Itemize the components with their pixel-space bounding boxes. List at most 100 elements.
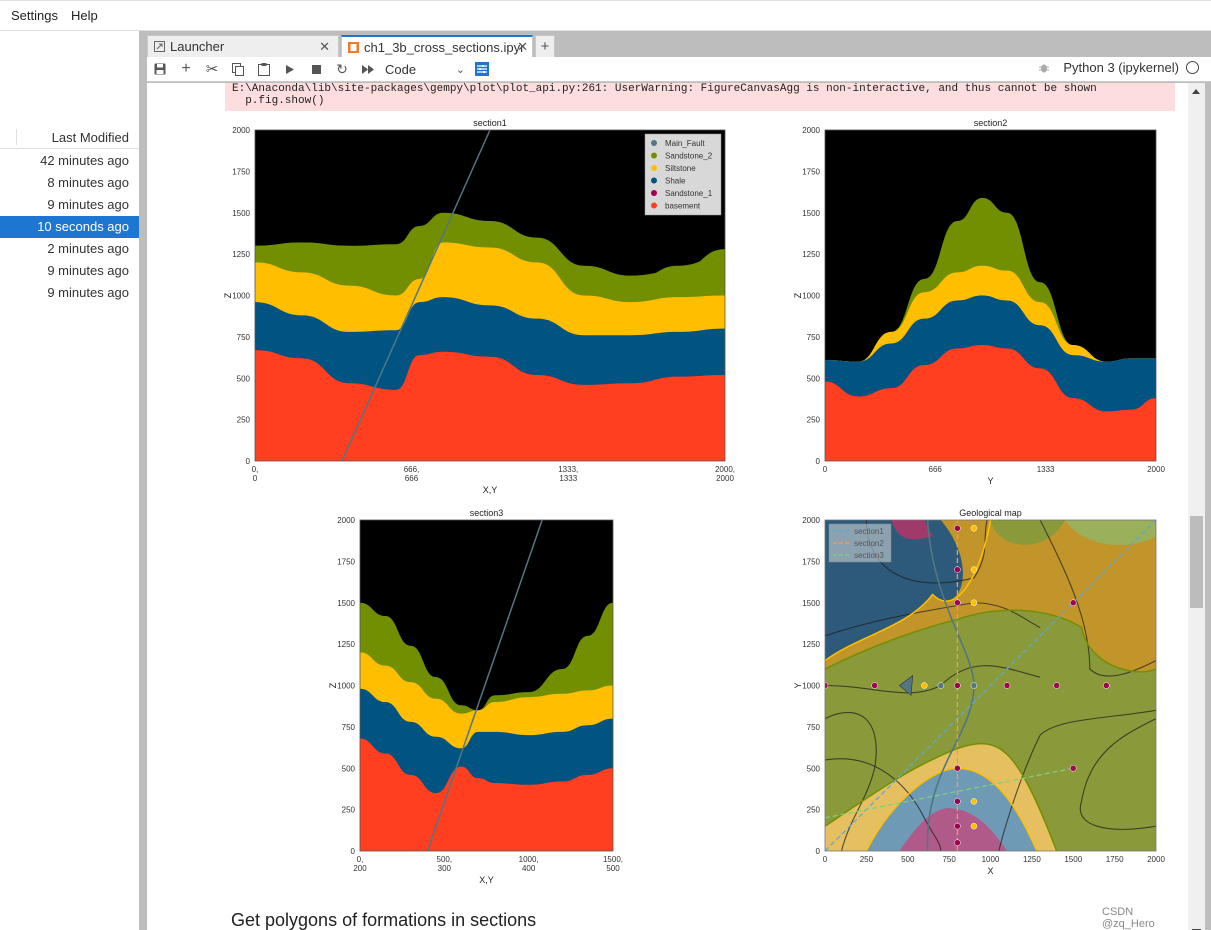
file-list-item[interactable]: 9 minutes ago: [0, 194, 139, 216]
y-axis-label: Y: [793, 682, 803, 688]
legend-marker: [651, 165, 657, 171]
y-tick-label: 250: [342, 806, 356, 815]
file-list-item[interactable]: 42 minutes ago: [0, 150, 139, 172]
scroll-up-arrow-icon[interactable]: [1192, 89, 1200, 94]
file-list-item[interactable]: 2 minutes ago: [0, 238, 139, 260]
y-axis-label: Z: [793, 292, 803, 298]
chart-title: section3: [470, 508, 504, 518]
menu-help[interactable]: Help: [66, 8, 106, 23]
section2-plot: section2 0 250 500 750 1000 1250 1500 1750 2000 0 6…: [793, 118, 1165, 486]
x-tick-label: 500,: [437, 855, 453, 864]
y-tick-label: 1500: [337, 599, 355, 608]
file-list-item[interactable]: 9 minutes ago: [0, 282, 139, 304]
panel-resize-handle[interactable]: [139, 31, 147, 930]
x-tick-label: 0: [823, 465, 828, 474]
legend-label: Sandstone_2: [665, 152, 713, 161]
x-tick-label: 0: [253, 474, 258, 483]
menu-settings[interactable]: Settings: [0, 8, 66, 23]
legend: section1 section2 section3: [828, 523, 892, 563]
run-button[interactable]: [277, 57, 303, 81]
cell-type-dropdown[interactable]: Code ⌄: [385, 62, 469, 77]
kernel-status[interactable]: Python 3 (ipykernel): [1039, 60, 1199, 75]
y-tick-label: 500: [342, 764, 356, 773]
column-divider[interactable]: [16, 129, 17, 145]
panel-edge: [1205, 83, 1211, 930]
warning-line: p.fig.show(): [232, 95, 325, 107]
y-tick-label: 750: [807, 723, 821, 732]
interrupt-button[interactable]: [303, 57, 329, 81]
x-tick-label: 2000,: [715, 465, 735, 474]
y-tick-label: 250: [807, 416, 821, 425]
data-point: [970, 525, 978, 532]
add-cell-icon: +: [181, 60, 191, 77]
cut-button[interactable]: ✂: [199, 57, 225, 81]
kernel-name[interactable]: Python 3 (ipykernel): [1063, 60, 1179, 75]
run-icon: [286, 64, 294, 74]
y-tick-label: 750: [807, 333, 821, 342]
y-tick-label: 500: [807, 374, 821, 383]
y-tick-label: 1500: [802, 209, 820, 218]
save-button[interactable]: [147, 57, 173, 81]
data-point: [1103, 682, 1110, 689]
tab-notebook[interactable]: ch1_3b_cross_sections.ipyr ✕: [341, 35, 533, 57]
debugger-icon[interactable]: [1039, 63, 1050, 73]
legend-marker: [651, 202, 657, 209]
chart-title: section1: [473, 118, 507, 128]
property-inspector-button[interactable]: [469, 57, 495, 81]
x-tick-label: 1750: [1106, 855, 1124, 864]
data-point: [1003, 682, 1011, 689]
legend-label: basement: [665, 202, 701, 211]
y-tick-label: 250: [237, 416, 251, 425]
close-icon[interactable]: ✕: [517, 39, 528, 55]
legend-label: section1: [854, 527, 884, 536]
menu-bar: Settings Help: [0, 0, 1211, 31]
file-browser-header: Last Modified: [0, 127, 139, 149]
x-tick-label: 0: [823, 855, 828, 864]
x-tick-label: 500: [606, 864, 620, 873]
geological-map-plot: Geological map 0 250 500 750 1000 1250 1500 1750…: [793, 508, 1165, 876]
data-point: [970, 822, 978, 830]
y-tick-label: 0: [816, 847, 821, 856]
restart-button[interactable]: ↻: [329, 57, 355, 81]
new-tab-button[interactable]: +: [535, 35, 555, 57]
y-tick-label: 0: [816, 457, 821, 466]
legend-label: section2: [854, 539, 884, 548]
x-tick-label: 1500: [1064, 855, 1082, 864]
file-list-item[interactable]: 10 seconds ago: [0, 216, 139, 238]
data-point: [954, 599, 961, 606]
run-all-button[interactable]: [355, 57, 381, 81]
vertical-scrollbar[interactable]: [1188, 83, 1205, 930]
last-modified-column-header[interactable]: Last Modified: [52, 130, 129, 145]
data-point: [970, 599, 978, 606]
y-axis-label: Z: [328, 682, 338, 688]
file-list-item[interactable]: 8 minutes ago: [0, 172, 139, 194]
notebook-toolbar: + ✂ ↻ Code ⌄ Python 3 (ipykernel): [147, 57, 1211, 82]
data-point: [1070, 599, 1077, 606]
data-point: [954, 839, 961, 846]
x-tick-label: 666,: [404, 465, 420, 474]
copy-button[interactable]: [225, 57, 251, 81]
y-tick-label: 1750: [802, 167, 820, 176]
legend-label: Shale: [665, 177, 686, 186]
close-icon[interactable]: ✕: [319, 39, 330, 55]
watermark: CSDN @zq_Hero: [1102, 906, 1155, 930]
legend-label: Main_Fault: [665, 139, 705, 148]
y-tick-label: 500: [237, 374, 251, 383]
x-tick-label: 1000,: [519, 855, 539, 864]
y-tick-label: 1750: [802, 557, 820, 566]
scrollbar-thumb[interactable]: [1190, 516, 1203, 608]
tab-launcher[interactable]: Launcher ✕: [147, 35, 339, 57]
warning-output: E:\Anaconda\lib\site-packages\gempy\plot…: [225, 83, 1175, 111]
y-tick-label: 1000: [232, 292, 250, 301]
paste-button[interactable]: [251, 57, 277, 81]
cut-icon: ✂: [205, 61, 219, 78]
data-point: [921, 682, 928, 689]
section1-plot: section1 0 250 500 750 1000 1250 1500 1750 2000 0,…: [223, 118, 735, 495]
data-point: [1053, 682, 1060, 689]
data-point: [954, 798, 961, 805]
launcher-icon: [154, 41, 165, 52]
file-list-item[interactable]: 9 minutes ago: [0, 260, 139, 282]
legend-marker: [651, 152, 657, 159]
x-tick-label: 250: [860, 855, 874, 864]
insert-cell-button[interactable]: +: [173, 57, 199, 81]
